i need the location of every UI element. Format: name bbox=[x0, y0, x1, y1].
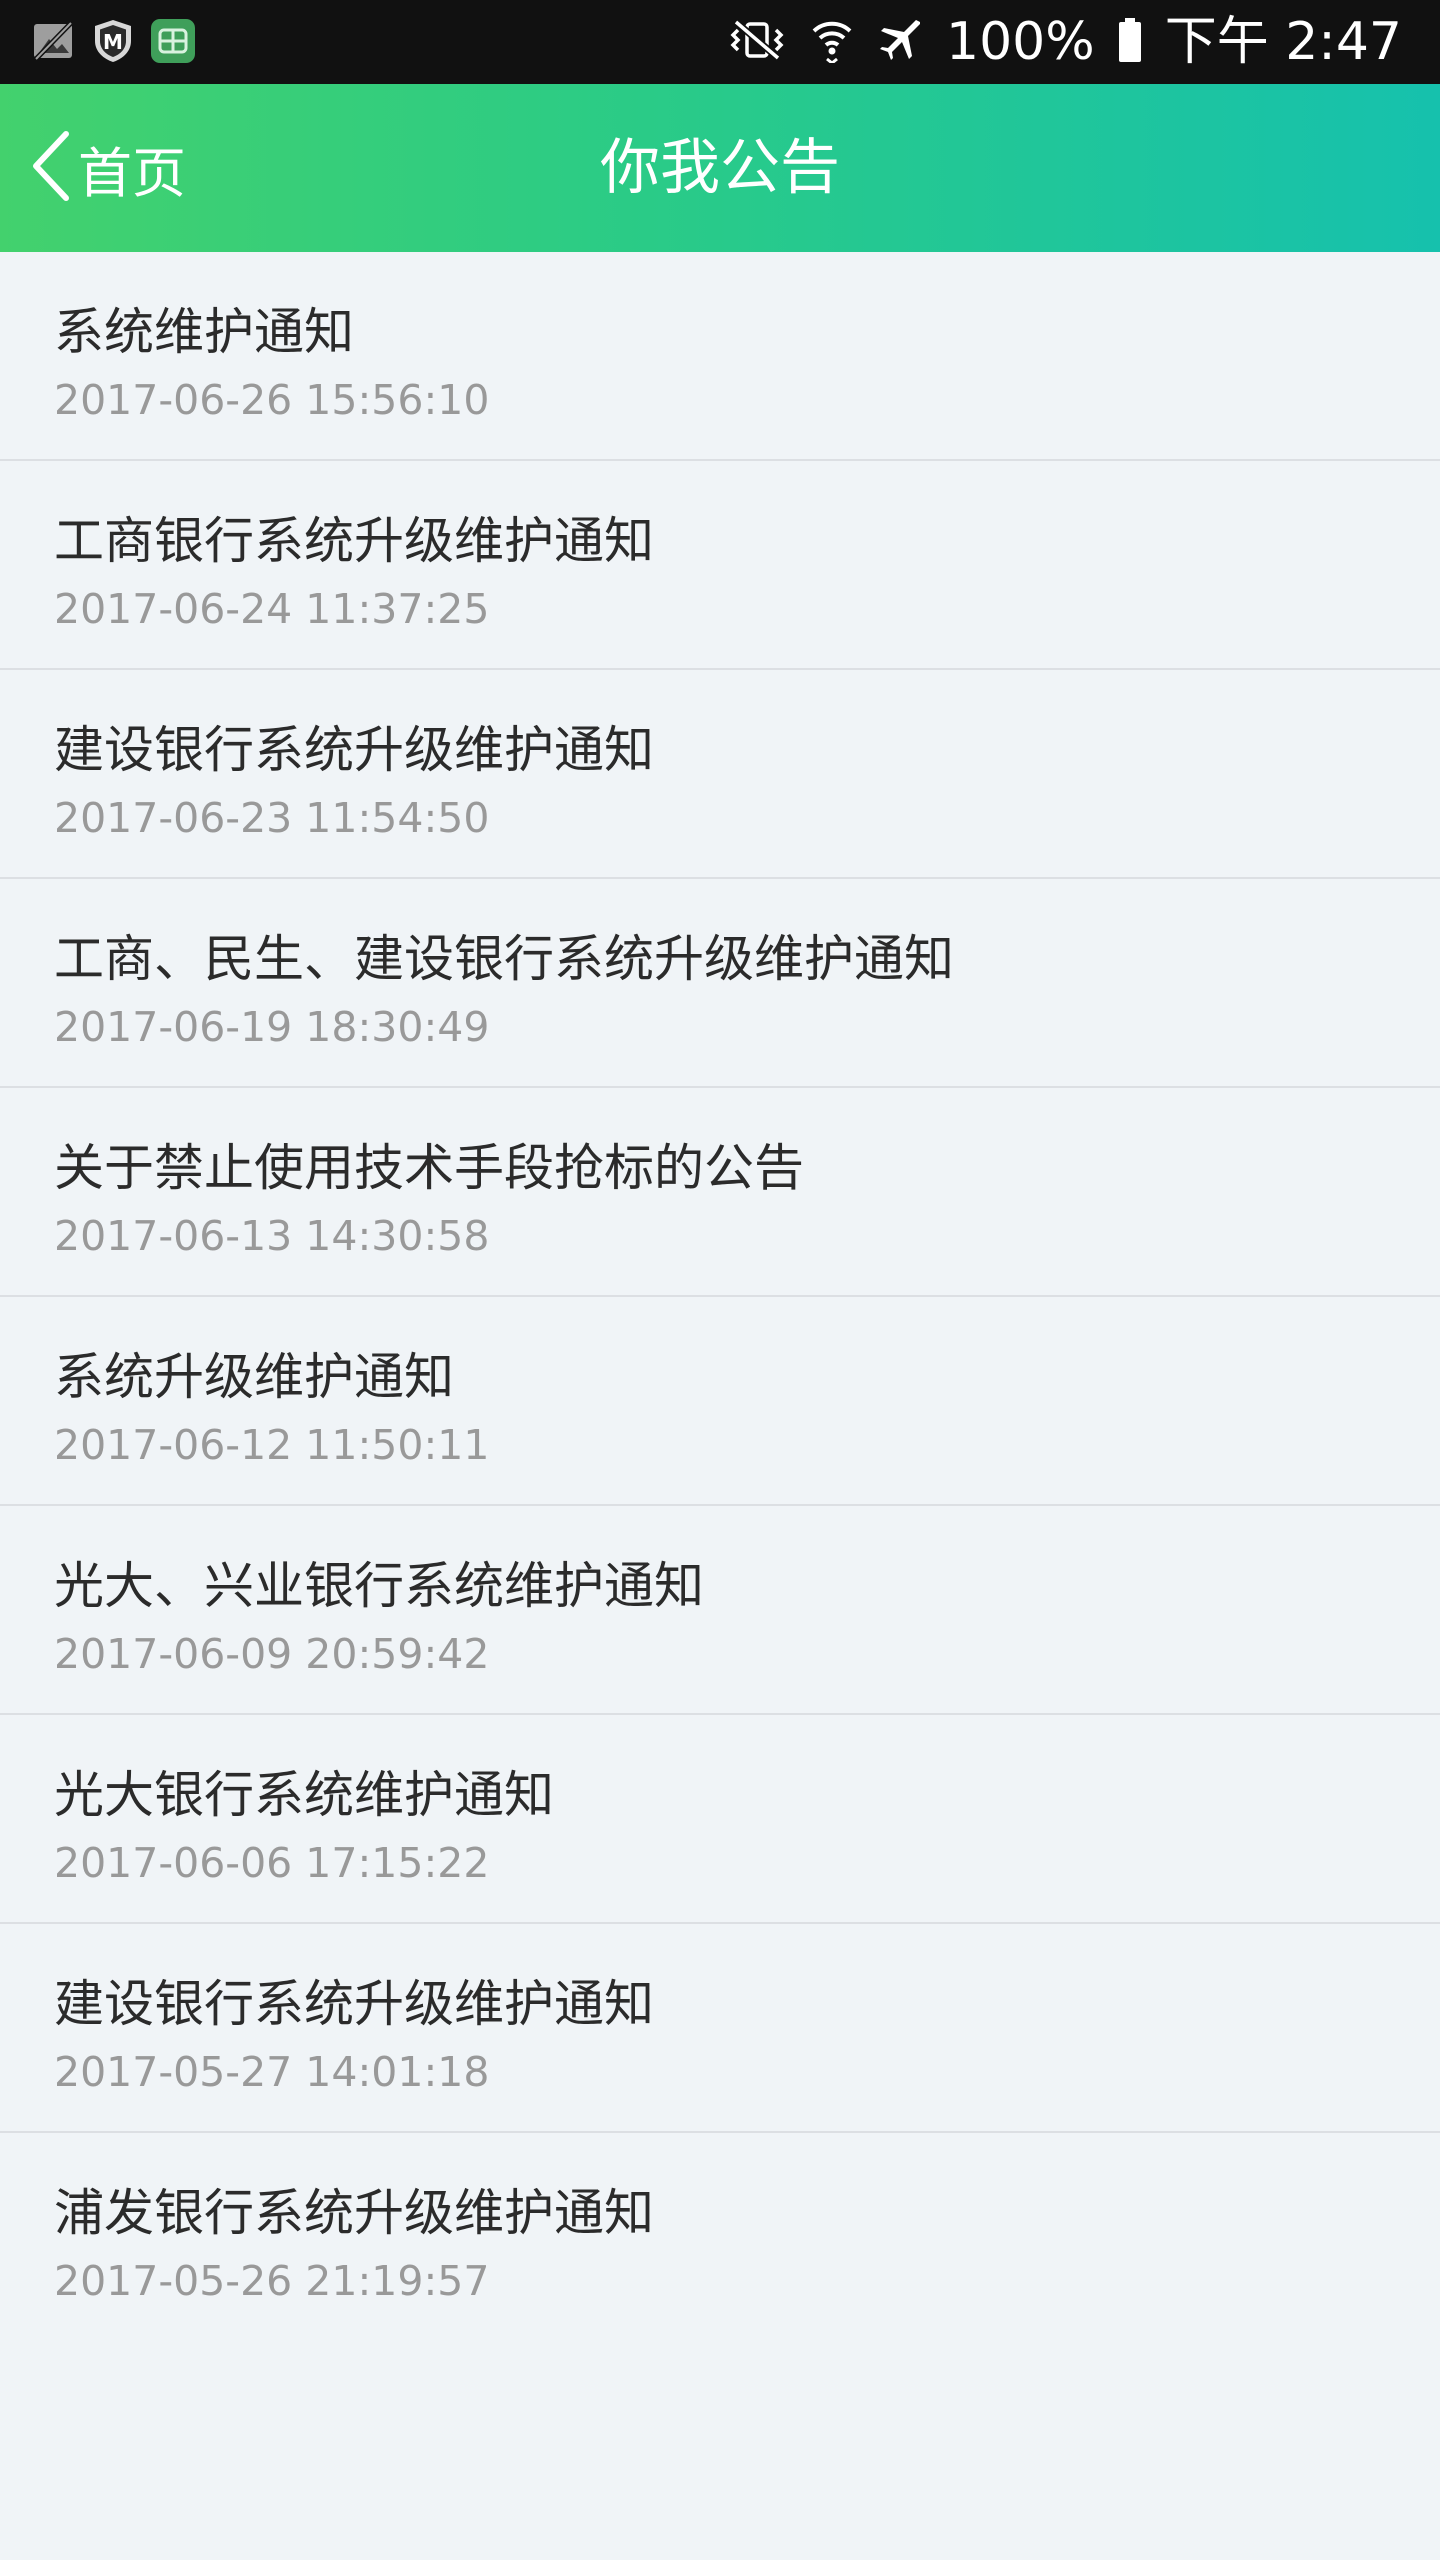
notice-time: 2017-05-26 21:19:57 bbox=[54, 2257, 490, 2305]
page-title: 你我公告 bbox=[600, 133, 840, 203]
list-item[interactable]: 关于禁止使用技术手段抢标的公告 2017-06-13 14:30:58 bbox=[0, 1088, 1440, 1297]
notice-title: 关于禁止使用技术手段抢标的公告 bbox=[54, 1139, 804, 1197]
list-item[interactable]: 工商、民生、建设银行系统升级维护通知 2017-06-19 18:30:49 bbox=[0, 879, 1440, 1088]
notice-title: 系统维护通知 bbox=[54, 303, 354, 361]
list-item[interactable]: 建设银行系统升级维护通知 2017-05-27 14:01:18 bbox=[0, 1924, 1440, 2133]
notice-time: 2017-06-23 11:54:50 bbox=[54, 794, 490, 842]
status-bar-system: 100% 下午 2:47 bbox=[726, 0, 1402, 84]
notice-title: 工商银行系统升级维护通知 bbox=[54, 512, 654, 570]
shield-m-icon: M bbox=[90, 18, 136, 64]
notice-title: 光大银行系统维护通知 bbox=[54, 1766, 554, 1824]
wallet-app-icon bbox=[150, 18, 196, 64]
notice-title: 建设银行系统升级维护通知 bbox=[54, 721, 654, 779]
notice-time: 2017-06-12 11:50:11 bbox=[54, 1421, 490, 1469]
notice-time: 2017-06-24 11:37:25 bbox=[54, 585, 490, 633]
list-item[interactable]: 光大银行系统维护通知 2017-06-06 17:15:22 bbox=[0, 1715, 1440, 1924]
notice-time: 2017-06-26 15:56:10 bbox=[54, 376, 490, 424]
image-off-icon bbox=[30, 18, 76, 64]
wifi-icon bbox=[810, 17, 854, 67]
notice-title: 浦发银行系统升级维护通知 bbox=[54, 2184, 654, 2242]
notice-title: 光大、兴业银行系统维护通知 bbox=[54, 1557, 704, 1615]
list-item[interactable]: 浦发银行系统升级维护通知 2017-05-26 21:19:57 bbox=[0, 2133, 1440, 2342]
clock: 下午 2:47 bbox=[1164, 12, 1402, 72]
notice-time: 2017-06-13 14:30:58 bbox=[54, 1212, 490, 1260]
list-item[interactable]: 工商银行系统升级维护通知 2017-06-24 11:37:25 bbox=[0, 461, 1440, 670]
svg-text:M: M bbox=[103, 30, 123, 54]
notice-time: 2017-06-06 17:15:22 bbox=[54, 1839, 490, 1887]
list-item[interactable]: 建设银行系统升级维护通知 2017-06-23 11:54:50 bbox=[0, 670, 1440, 879]
list-item[interactable]: 光大、兴业银行系统维护通知 2017-06-09 20:59:42 bbox=[0, 1506, 1440, 1715]
airplane-icon bbox=[876, 16, 924, 68]
notice-time: 2017-06-09 20:59:42 bbox=[54, 1630, 490, 1678]
notice-title: 工商、民生、建设银行系统升级维护通知 bbox=[54, 930, 954, 988]
notice-time: 2017-06-19 18:30:49 bbox=[54, 1003, 490, 1051]
list-item[interactable]: 系统维护通知 2017-06-26 15:56:10 bbox=[0, 252, 1440, 461]
notice-title: 系统升级维护通知 bbox=[54, 1348, 454, 1406]
notice-list: 系统维护通知 2017-06-26 15:56:10 工商银行系统升级维护通知 … bbox=[0, 252, 1440, 2342]
notice-title: 建设银行系统升级维护通知 bbox=[54, 1975, 654, 2033]
battery-percent: 100% bbox=[946, 12, 1095, 72]
status-bar: M 100% 下午 2:47 bbox=[0, 0, 1440, 84]
list-item[interactable]: 系统升级维护通知 2017-06-12 11:50:11 bbox=[0, 1297, 1440, 1506]
nav-bar: 首页 你我公告 bbox=[0, 84, 1440, 252]
battery-icon bbox=[1117, 17, 1143, 67]
vibrate-mute-icon bbox=[726, 18, 788, 66]
status-bar-notifications: M bbox=[30, 18, 196, 64]
notice-time: 2017-05-27 14:01:18 bbox=[54, 2048, 490, 2096]
